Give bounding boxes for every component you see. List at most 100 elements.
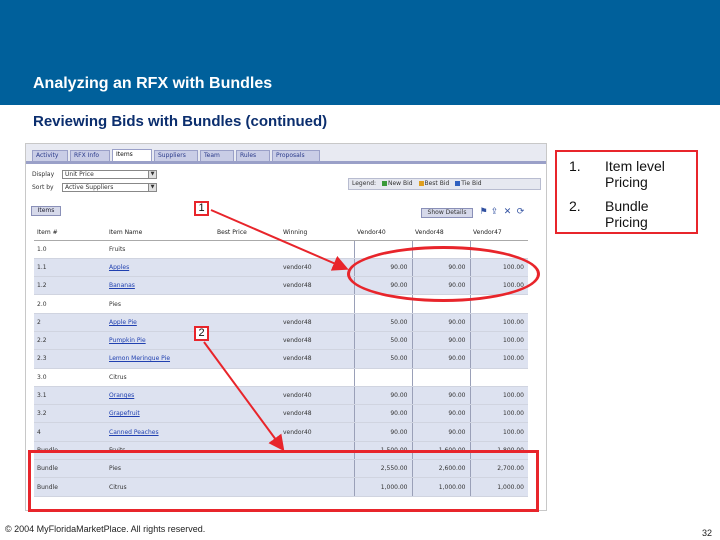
- group-row: 3.0 Citrus: [34, 368, 528, 387]
- table-cell: 90.00: [411, 422, 470, 442]
- table-cell[interactable]: Apples: [106, 258, 214, 278]
- tab-activity[interactable]: Activity: [32, 150, 68, 161]
- tab-bar: Activity RFX Info Items Suppliers Team R…: [26, 144, 546, 164]
- callout-num-1: 1.: [569, 158, 581, 174]
- table-row: 2.3 Lemon Meringue Pie vendor48 50.00 90.00 1…: [34, 349, 528, 369]
- table-cell: [214, 240, 280, 259]
- table-cell: vendor40: [280, 258, 354, 278]
- callout-box: 1. Item level Pricing 2. Bundle Pricing: [555, 150, 698, 234]
- table-cell: 2.3: [34, 349, 106, 369]
- column-header[interactable]: Item #: [34, 226, 106, 241]
- table-cell: [214, 404, 280, 424]
- table-row: 3.1 Oranges vendor40 90.00 90.00 100.00: [34, 386, 528, 406]
- best-bid-swatch: [418, 181, 424, 186]
- copyright: © 2004 MyFloridaMarketPlace. All rights …: [5, 524, 206, 534]
- legend-best-bid: Best Bid: [424, 180, 450, 187]
- column-header[interactable]: Vendor48: [412, 226, 470, 241]
- item-pricing-highlight: [347, 246, 540, 302]
- legend: Legend: New Bid Best Bid Tie Bid: [348, 178, 541, 190]
- refresh-icon[interactable]: ⟳: [515, 207, 526, 218]
- column-header[interactable]: Vendor47: [470, 226, 528, 241]
- table-cell: vendor40: [280, 422, 354, 442]
- annotation-tag-1: 1: [194, 201, 209, 216]
- table-cell: Citrus: [106, 368, 214, 387]
- table-cell: vendor48: [280, 404, 354, 424]
- table-cell[interactable]: Lemon Meringue Pie: [106, 349, 214, 369]
- table-cell: [214, 294, 280, 314]
- show-details-button[interactable]: Show Details: [421, 208, 473, 218]
- new-bid-swatch: [381, 181, 387, 186]
- table-cell: 90.00: [411, 331, 470, 351]
- table-cell: vendor40: [280, 386, 354, 406]
- export-icon[interactable]: ⇪: [489, 207, 500, 218]
- table-cell: Fruits: [106, 240, 214, 259]
- table-cell: 3.0: [34, 368, 106, 387]
- table-cell[interactable]: Canned Peaches: [106, 422, 214, 442]
- annotation-tag-2: 2: [194, 326, 209, 341]
- table-cell: 90.00: [353, 422, 412, 442]
- display-select[interactable]: Unit Price ▼: [62, 170, 157, 179]
- column-header[interactable]: Winning: [280, 226, 354, 241]
- tab-suppliers[interactable]: Suppliers: [154, 150, 198, 161]
- table-cell: 4: [34, 422, 106, 442]
- display-label: Display: [32, 171, 55, 178]
- table-cell: [214, 331, 280, 351]
- table-cell: 90.00: [411, 349, 470, 369]
- bundle-pricing-highlight: [28, 450, 539, 512]
- table-cell: vendor48: [280, 276, 354, 296]
- table-row: 2 Apple Pie vendor48 50.00 90.00 100.00: [34, 313, 528, 332]
- table-cell[interactable]: Bananas: [106, 276, 214, 296]
- tab-rules[interactable]: Rules: [236, 150, 270, 161]
- table-cell: [214, 349, 280, 369]
- tie-bid-swatch: [455, 181, 461, 186]
- table-cell: 90.00: [411, 313, 470, 332]
- table-cell: [214, 422, 280, 442]
- table-header-row: Item # Item Name Best Price Winning Vend…: [34, 226, 528, 241]
- table-cell: [280, 240, 354, 259]
- table-cell: Pies: [106, 294, 214, 314]
- table-cell: [214, 313, 280, 332]
- filter-icon[interactable]: ⚑: [478, 207, 489, 218]
- callout-num-2: 2.: [569, 198, 581, 214]
- table-cell: [411, 368, 470, 387]
- column-header[interactable]: Vendor40: [354, 226, 412, 241]
- table-cell: [214, 386, 280, 406]
- column-header[interactable]: Item Name: [106, 226, 214, 241]
- sortby-select[interactable]: Active Suppliers ▼: [62, 183, 157, 192]
- legend-tie-bid: Tie Bid: [461, 180, 482, 187]
- callout-text-2: Bundle Pricing: [605, 198, 649, 230]
- table-row: 3.2 Grapefruit vendor48 90.00 90.00 100.00: [34, 404, 528, 424]
- table-cell: 1.0: [34, 240, 106, 259]
- display-select-value: Unit Price: [65, 171, 94, 178]
- table-cell: vendor48: [280, 349, 354, 369]
- tab-team[interactable]: Team: [200, 150, 234, 161]
- table-cell: 100.00: [469, 386, 528, 406]
- table-cell: [280, 294, 354, 314]
- table-cell: [214, 258, 280, 278]
- tab-rfx-info[interactable]: RFX Info: [70, 150, 110, 161]
- column-header[interactable]: Best Price: [214, 226, 280, 241]
- close-icon[interactable]: ✕: [502, 207, 513, 218]
- page-subtitle: Reviewing Bids with Bundles (continued): [33, 113, 328, 130]
- table-cell: 2.0: [34, 294, 106, 314]
- chevron-down-icon: ▼: [148, 171, 156, 178]
- table-row: 2.2 Pumpkin Pie vendor48 50.00 90.00 100.00: [34, 331, 528, 351]
- items-button[interactable]: Items: [31, 206, 61, 216]
- table-cell: 100.00: [469, 422, 528, 442]
- tab-proposals[interactable]: Proposals: [272, 150, 320, 161]
- table-cell[interactable]: Oranges: [106, 386, 214, 406]
- header-banner: Analyzing an RFX with Bundles: [0, 0, 720, 105]
- table-cell: 2: [34, 313, 106, 332]
- table-row: 4 Canned Peaches vendor40 90.00 90.00 100.00: [34, 422, 528, 442]
- table-cell: 3.1: [34, 386, 106, 406]
- table-cell[interactable]: Grapefruit: [106, 404, 214, 424]
- table-cell: 100.00: [469, 313, 528, 332]
- table-cell: 100.00: [469, 349, 528, 369]
- table-cell: 50.00: [353, 313, 412, 332]
- page-title: Analyzing an RFX with Bundles: [33, 75, 273, 92]
- page-number: 32: [701, 528, 712, 538]
- table-cell: 90.00: [411, 386, 470, 406]
- sortby-label: Sort by: [32, 184, 54, 191]
- table-cell: 2.2: [34, 331, 106, 351]
- tab-underline: [26, 161, 546, 164]
